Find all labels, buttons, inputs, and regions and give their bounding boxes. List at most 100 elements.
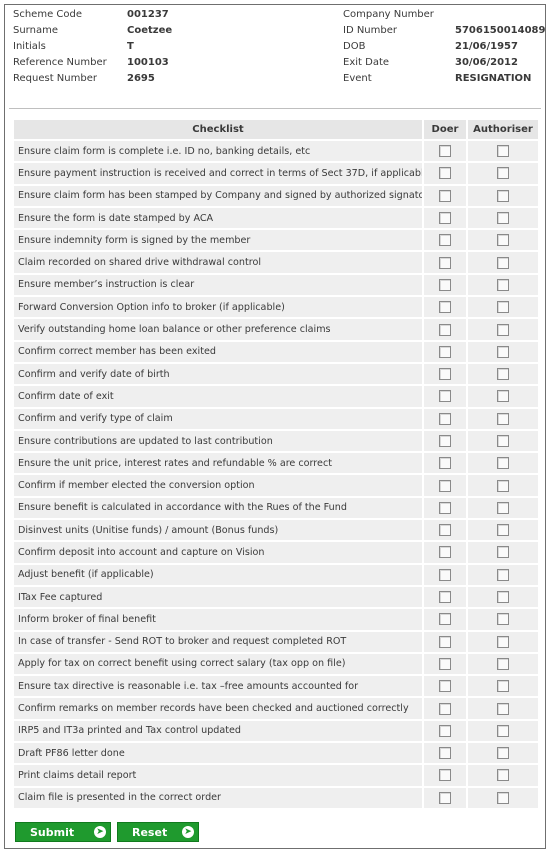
checklist-row: Ensure the form is date stamped by ACA <box>14 207 540 229</box>
authoriser-checkbox[interactable] <box>497 345 509 358</box>
doer-checkbox-cell <box>424 252 468 273</box>
doer-checkbox[interactable] <box>439 189 451 202</box>
doer-checkbox[interactable] <box>439 345 451 358</box>
doer-checkbox[interactable] <box>439 390 451 403</box>
authoriser-checkbox-cell <box>468 408 540 429</box>
doer-checkbox[interactable] <box>439 568 451 581</box>
authoriser-checkbox[interactable] <box>497 167 509 180</box>
doer-checkbox[interactable] <box>439 657 451 670</box>
checklist-row: Ensure the unit price, interest rates an… <box>14 453 540 474</box>
authoriser-checkbox-cell <box>468 720 540 742</box>
authoriser-checkbox[interactable] <box>497 301 509 314</box>
authoriser-checkbox[interactable] <box>497 390 509 403</box>
checklist-item-label: ITax Fee captured <box>14 586 424 608</box>
authoriser-checkbox-cell <box>468 609 540 630</box>
authoriser-checkbox[interactable] <box>497 278 509 291</box>
authoriser-checkbox[interactable] <box>497 524 509 537</box>
detail-value: 001237 <box>127 9 169 21</box>
authoriser-checkbox[interactable] <box>497 457 509 470</box>
doer-checkbox[interactable] <box>439 145 451 158</box>
authoriser-checkbox[interactable] <box>497 234 509 247</box>
doer-checkbox[interactable] <box>439 635 451 648</box>
doer-checkbox[interactable] <box>439 412 451 425</box>
doer-checkbox[interactable] <box>439 212 451 225</box>
authoriser-checkbox[interactable] <box>497 747 509 760</box>
checklist-item-label: Ensure claim form has been stamped by Co… <box>14 185 424 206</box>
checklist-table: Checklist Doer Authoriser Ensure claim f… <box>14 118 540 810</box>
authoriser-checkbox[interactable] <box>497 256 509 269</box>
doer-checkbox[interactable] <box>439 301 451 314</box>
doer-checkbox[interactable] <box>439 368 451 381</box>
detail-row: Initials T DOB 21/06/1957 <box>13 39 543 55</box>
authoriser-checkbox[interactable] <box>497 680 509 693</box>
doer-checkbox[interactable] <box>439 234 451 247</box>
doer-checkbox[interactable] <box>439 479 451 492</box>
doer-checkbox[interactable] <box>439 546 451 559</box>
doer-checkbox[interactable] <box>439 769 451 782</box>
checklist-item-label: IRP5 and IT3a printed and Tax control up… <box>14 720 424 742</box>
authoriser-checkbox[interactable] <box>497 657 509 670</box>
detail-value: RESIGNATION <box>455 72 532 84</box>
authoriser-checkbox[interactable] <box>497 412 509 425</box>
doer-checkbox[interactable] <box>439 591 451 604</box>
authoriser-checkbox[interactable] <box>497 791 509 804</box>
authoriser-checkbox-cell <box>468 586 540 608</box>
checklist-item-label: Inform broker of final benefit <box>14 609 424 630</box>
doer-checkbox-cell <box>424 274 468 296</box>
doer-checkbox[interactable] <box>439 747 451 760</box>
authoriser-checkbox-cell <box>468 363 540 385</box>
checklist-item-label: Ensure benefit is calculated in accordan… <box>14 497 424 519</box>
detail-row: Reference Number 100103 Exit Date 30/06/201… <box>13 54 543 70</box>
authoriser-checkbox[interactable] <box>497 635 509 648</box>
authoriser-checkbox-cell <box>468 341 540 362</box>
submit-button[interactable]: Submit ➤ <box>15 822 111 842</box>
authoriser-checkbox[interactable] <box>497 212 509 225</box>
authoriser-checkbox[interactable] <box>497 145 509 158</box>
authoriser-checkbox[interactable] <box>497 368 509 381</box>
doer-checkbox[interactable] <box>439 278 451 291</box>
authoriser-checkbox[interactable] <box>497 568 509 581</box>
doer-checkbox[interactable] <box>439 167 451 180</box>
detail-label: Surname <box>13 25 58 37</box>
checklist-item-label: Claim recorded on shared drive withdrawa… <box>14 252 424 273</box>
authoriser-checkbox[interactable] <box>497 702 509 715</box>
divider <box>9 108 541 109</box>
detail-label: Event <box>343 72 372 84</box>
doer-checkbox[interactable] <box>439 680 451 693</box>
reset-button[interactable]: Reset ➤ <box>117 822 199 842</box>
doer-checkbox[interactable] <box>439 702 451 715</box>
doer-checkbox[interactable] <box>439 724 451 737</box>
doer-checkbox[interactable] <box>439 256 451 269</box>
authoriser-checkbox[interactable] <box>497 724 509 737</box>
authoriser-checkbox[interactable] <box>497 613 509 626</box>
detail-label: Scheme Code <box>13 9 83 21</box>
doer-checkbox[interactable] <box>439 791 451 804</box>
authoriser-checkbox[interactable] <box>497 546 509 559</box>
authoriser-checkbox[interactable] <box>497 591 509 604</box>
authoriser-checkbox-cell <box>468 274 540 296</box>
checklist-item-label: Ensure claim form is complete i.e. ID no… <box>14 141 424 162</box>
authoriser-checkbox[interactable] <box>497 435 509 447</box>
checklist-row: Draft PF86 letter done <box>14 743 540 764</box>
authoriser-checkbox[interactable] <box>497 479 509 492</box>
doer-checkbox[interactable] <box>439 524 451 537</box>
doer-checkbox[interactable] <box>439 501 451 514</box>
doer-checkbox[interactable] <box>439 613 451 626</box>
authoriser-checkbox[interactable] <box>497 323 509 336</box>
authoriser-checkbox[interactable] <box>497 189 509 202</box>
detail-value: 5706150014089 <box>455 25 546 37</box>
checklist-item-label: Confirm and verify date of birth <box>14 363 424 385</box>
checklist-item-label: Claim file is presented in the correct o… <box>14 787 424 808</box>
doer-checkbox[interactable] <box>439 435 451 447</box>
authoriser-checkbox[interactable] <box>497 501 509 514</box>
doer-checkbox[interactable] <box>439 323 451 336</box>
authoriser-checkbox[interactable] <box>497 769 509 782</box>
doer-checkbox-cell <box>424 676 468 697</box>
authoriser-checkbox-cell <box>468 386 540 407</box>
authoriser-checkbox-cell <box>468 787 540 808</box>
checklist-item-label: Disinvest units (Unitise funds) / amount… <box>14 520 424 541</box>
checklist-row: Confirm and verify type of claim <box>14 408 540 429</box>
doer-checkbox[interactable] <box>439 457 451 470</box>
authoriser-checkbox-cell <box>468 297 540 318</box>
authoriser-checkbox-cell <box>468 765 540 786</box>
